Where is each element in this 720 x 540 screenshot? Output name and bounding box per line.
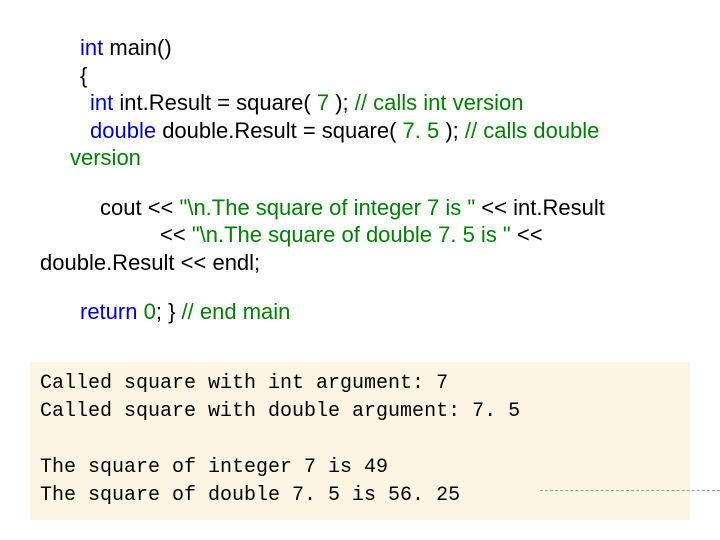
string: "\n.The square of double 7. 5 is ": [192, 222, 511, 247]
blank-line: [40, 172, 690, 194]
code-text: << int.Result: [475, 195, 605, 220]
code-line: return 0; } // end main: [40, 298, 690, 326]
comment: // calls int version: [355, 90, 524, 115]
number: 7: [317, 90, 329, 115]
code-line: int int.Result = square( 7 ); // calls i…: [40, 89, 690, 117]
number: 0: [144, 299, 156, 324]
keyword: return: [80, 299, 137, 324]
code-line: << "\n.The square of double 7. 5 is " <<: [40, 221, 690, 249]
code-text: <<: [160, 222, 192, 247]
number: 7. 5: [403, 118, 440, 143]
keyword: int: [90, 90, 113, 115]
code-line: double double.Result = square( 7. 5 ); /…: [40, 117, 690, 145]
code-text: main(): [103, 35, 171, 60]
code-text: <<: [511, 222, 543, 247]
code-text: );: [439, 118, 465, 143]
code-text: );: [329, 90, 355, 115]
comment: // end main: [182, 299, 291, 324]
code-text: {: [80, 63, 87, 88]
output-line: The square of double 7. 5 is 56. 25: [40, 482, 680, 510]
output-line: Called square with double argument: 7. 5: [40, 398, 680, 426]
code-line: double.Result << endl;: [40, 249, 690, 277]
code-block: int main() { int int.Result = square( 7 …: [0, 0, 720, 326]
comment: version: [70, 145, 141, 170]
code-line: int main(): [40, 34, 690, 62]
code-text: double.Result = square(: [156, 118, 402, 143]
code-text: int.Result = square(: [113, 90, 317, 115]
code-line: cout << "\n.The square of integer 7 is "…: [40, 194, 690, 222]
output-box: Called square with int argument: 7 Calle…: [30, 362, 690, 520]
output-line: Called square with int argument: 7: [40, 370, 680, 398]
string: "\n.The square of integer 7 is ": [180, 195, 476, 220]
keyword: double: [90, 118, 156, 143]
code-text: cout <<: [100, 195, 180, 220]
comment: // calls double: [465, 118, 600, 143]
output-line: The square of integer 7 is 49: [40, 454, 680, 482]
code-line: version: [40, 144, 690, 172]
keyword: int: [80, 35, 103, 60]
code-line: {: [40, 62, 690, 90]
code-text: double.Result << endl;: [40, 250, 260, 275]
blank-line: [40, 426, 680, 454]
blank-line: [40, 276, 690, 298]
dashed-line: [540, 490, 720, 491]
code-text: ; }: [156, 299, 182, 324]
